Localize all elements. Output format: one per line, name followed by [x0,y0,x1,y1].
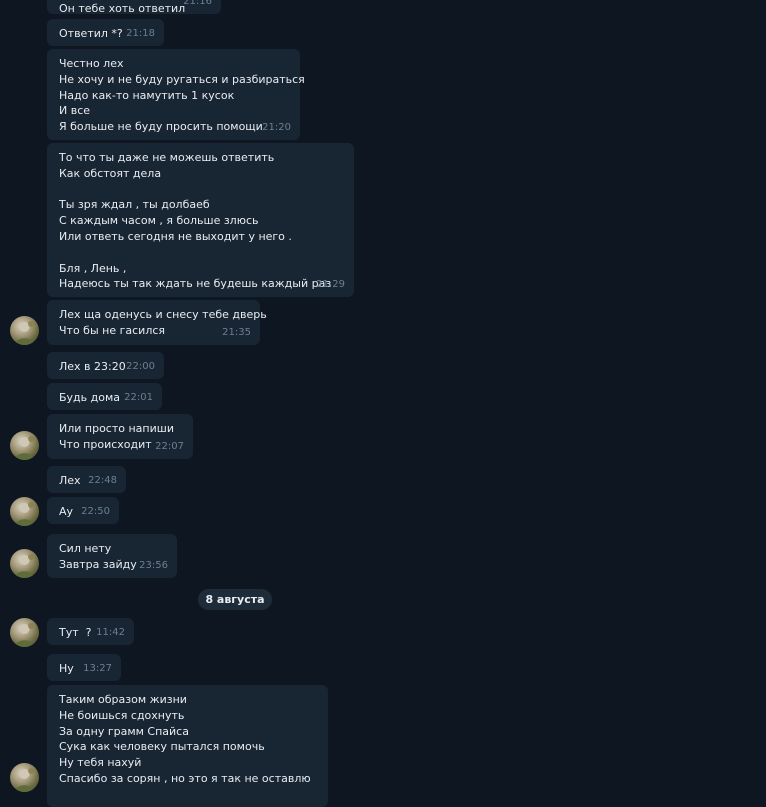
user-avatar[interactable] [10,431,39,460]
message-line [59,182,342,198]
user-avatar-icon [15,623,34,647]
message-bubble[interactable]: Ну 13:27 [47,654,121,681]
message-line: Или ответь сегодня не выходит у него . [59,229,292,243]
message-line: Сил нету [59,542,112,555]
message-bubble[interactable]: То что ты даже не можешь ответить Как об… [47,143,354,297]
message-bubble[interactable]: Таким образом жизни Не боишься сдохнуть … [47,685,328,807]
user-avatar-icon [15,502,34,526]
message-line: То что ты даже не можешь ответить [59,151,275,164]
message-line [59,245,342,261]
message-line: Надеюсь ты так ждать не будешь каждый ра… [59,277,332,291]
message-line: Не хочу и не буду ругаться и разбираться [59,72,305,86]
message-bubble[interactable]: Лех ща оденусь и снесу тебе дверь Что бы… [47,300,267,345]
message-time: 21:18 [126,28,155,40]
message-bubble[interactable]: Лех в 23:20 22:00 [47,352,164,379]
message-time: 22:07 [155,441,184,453]
message-time: 22:50 [81,506,110,518]
message-line: Надо как-то намутить 1 кусок [59,88,235,102]
message-line: Или просто напиши [59,422,174,435]
user-avatar[interactable] [10,497,39,526]
message-bubble[interactable]: Ау 22:50 [47,497,119,524]
message-line: Сука как человеку пытался помочь [59,740,265,754]
message-bubble[interactable]: Или просто напиши Что происходит 22:07 [47,414,193,459]
message-time: 22:48 [88,475,117,487]
message-line: Ты зря ждал , ты долбаеб [59,198,210,212]
message-line: И все [59,104,91,118]
message-line: Что бы не гасился [59,323,166,337]
user-avatar[interactable] [10,316,39,345]
message-time: 13:27 [83,663,112,675]
message-time: 11:42 [96,627,125,639]
message-line: Спасибо за сорян , но это я так не остав… [59,771,311,785]
message-line: Таким образом жизни [59,693,187,706]
message-line: Как обстоят дела [59,166,162,180]
message-line: Честно лех [59,57,124,70]
message-bubble[interactable]: Честно лех Не хочу и не буду ругаться и … [47,49,305,140]
user-avatar[interactable] [10,549,39,578]
message-time: 21:16 [183,0,212,8]
message-bubble[interactable]: Тут ? 11:42 [47,618,134,645]
message-bubble[interactable]: Сил нету Завтра зайду 23:56 [47,534,177,578]
message-line: С каждым часом , я больше злюсь [59,214,259,228]
message-time: 22:00 [126,361,155,373]
user-avatar-icon [15,768,34,792]
message-time: 23:56 [139,560,168,572]
message-line: Бля , Лень , [59,261,127,275]
message-time: 21:20 [262,122,291,134]
chat-history: Он тебе хоть ответил 21:16 Ответил *? 21… [0,0,766,807]
message-bubble[interactable]: Лех 22:48 [47,466,126,493]
date-separator: 8 августа [198,589,272,610]
message-time: 21:29 [316,279,345,291]
user-avatar-icon [15,436,34,460]
message-line: Я больше не буду просить помощи [59,120,263,134]
message-time: 22:01 [124,392,153,404]
user-avatar[interactable] [10,618,39,647]
message-line: Не боишься сдохнуть [59,708,185,722]
user-avatar-icon [15,321,34,345]
message-bubble[interactable]: Он тебе хоть ответил 21:16 [47,0,221,15]
message-line: Ну тебя нахуй [59,756,142,770]
message-bubble[interactable]: Ответил *? 21:18 [47,19,164,46]
user-avatar-icon [15,554,34,578]
user-avatar[interactable] [10,763,39,792]
message-time: 21:35 [222,327,251,339]
message-line: За одну грамм Спайса [59,724,189,738]
message-bubble[interactable]: Будь дома 22:01 [47,383,162,410]
message-line: Лех ща оденусь и снесу тебе дверь [59,308,267,321]
